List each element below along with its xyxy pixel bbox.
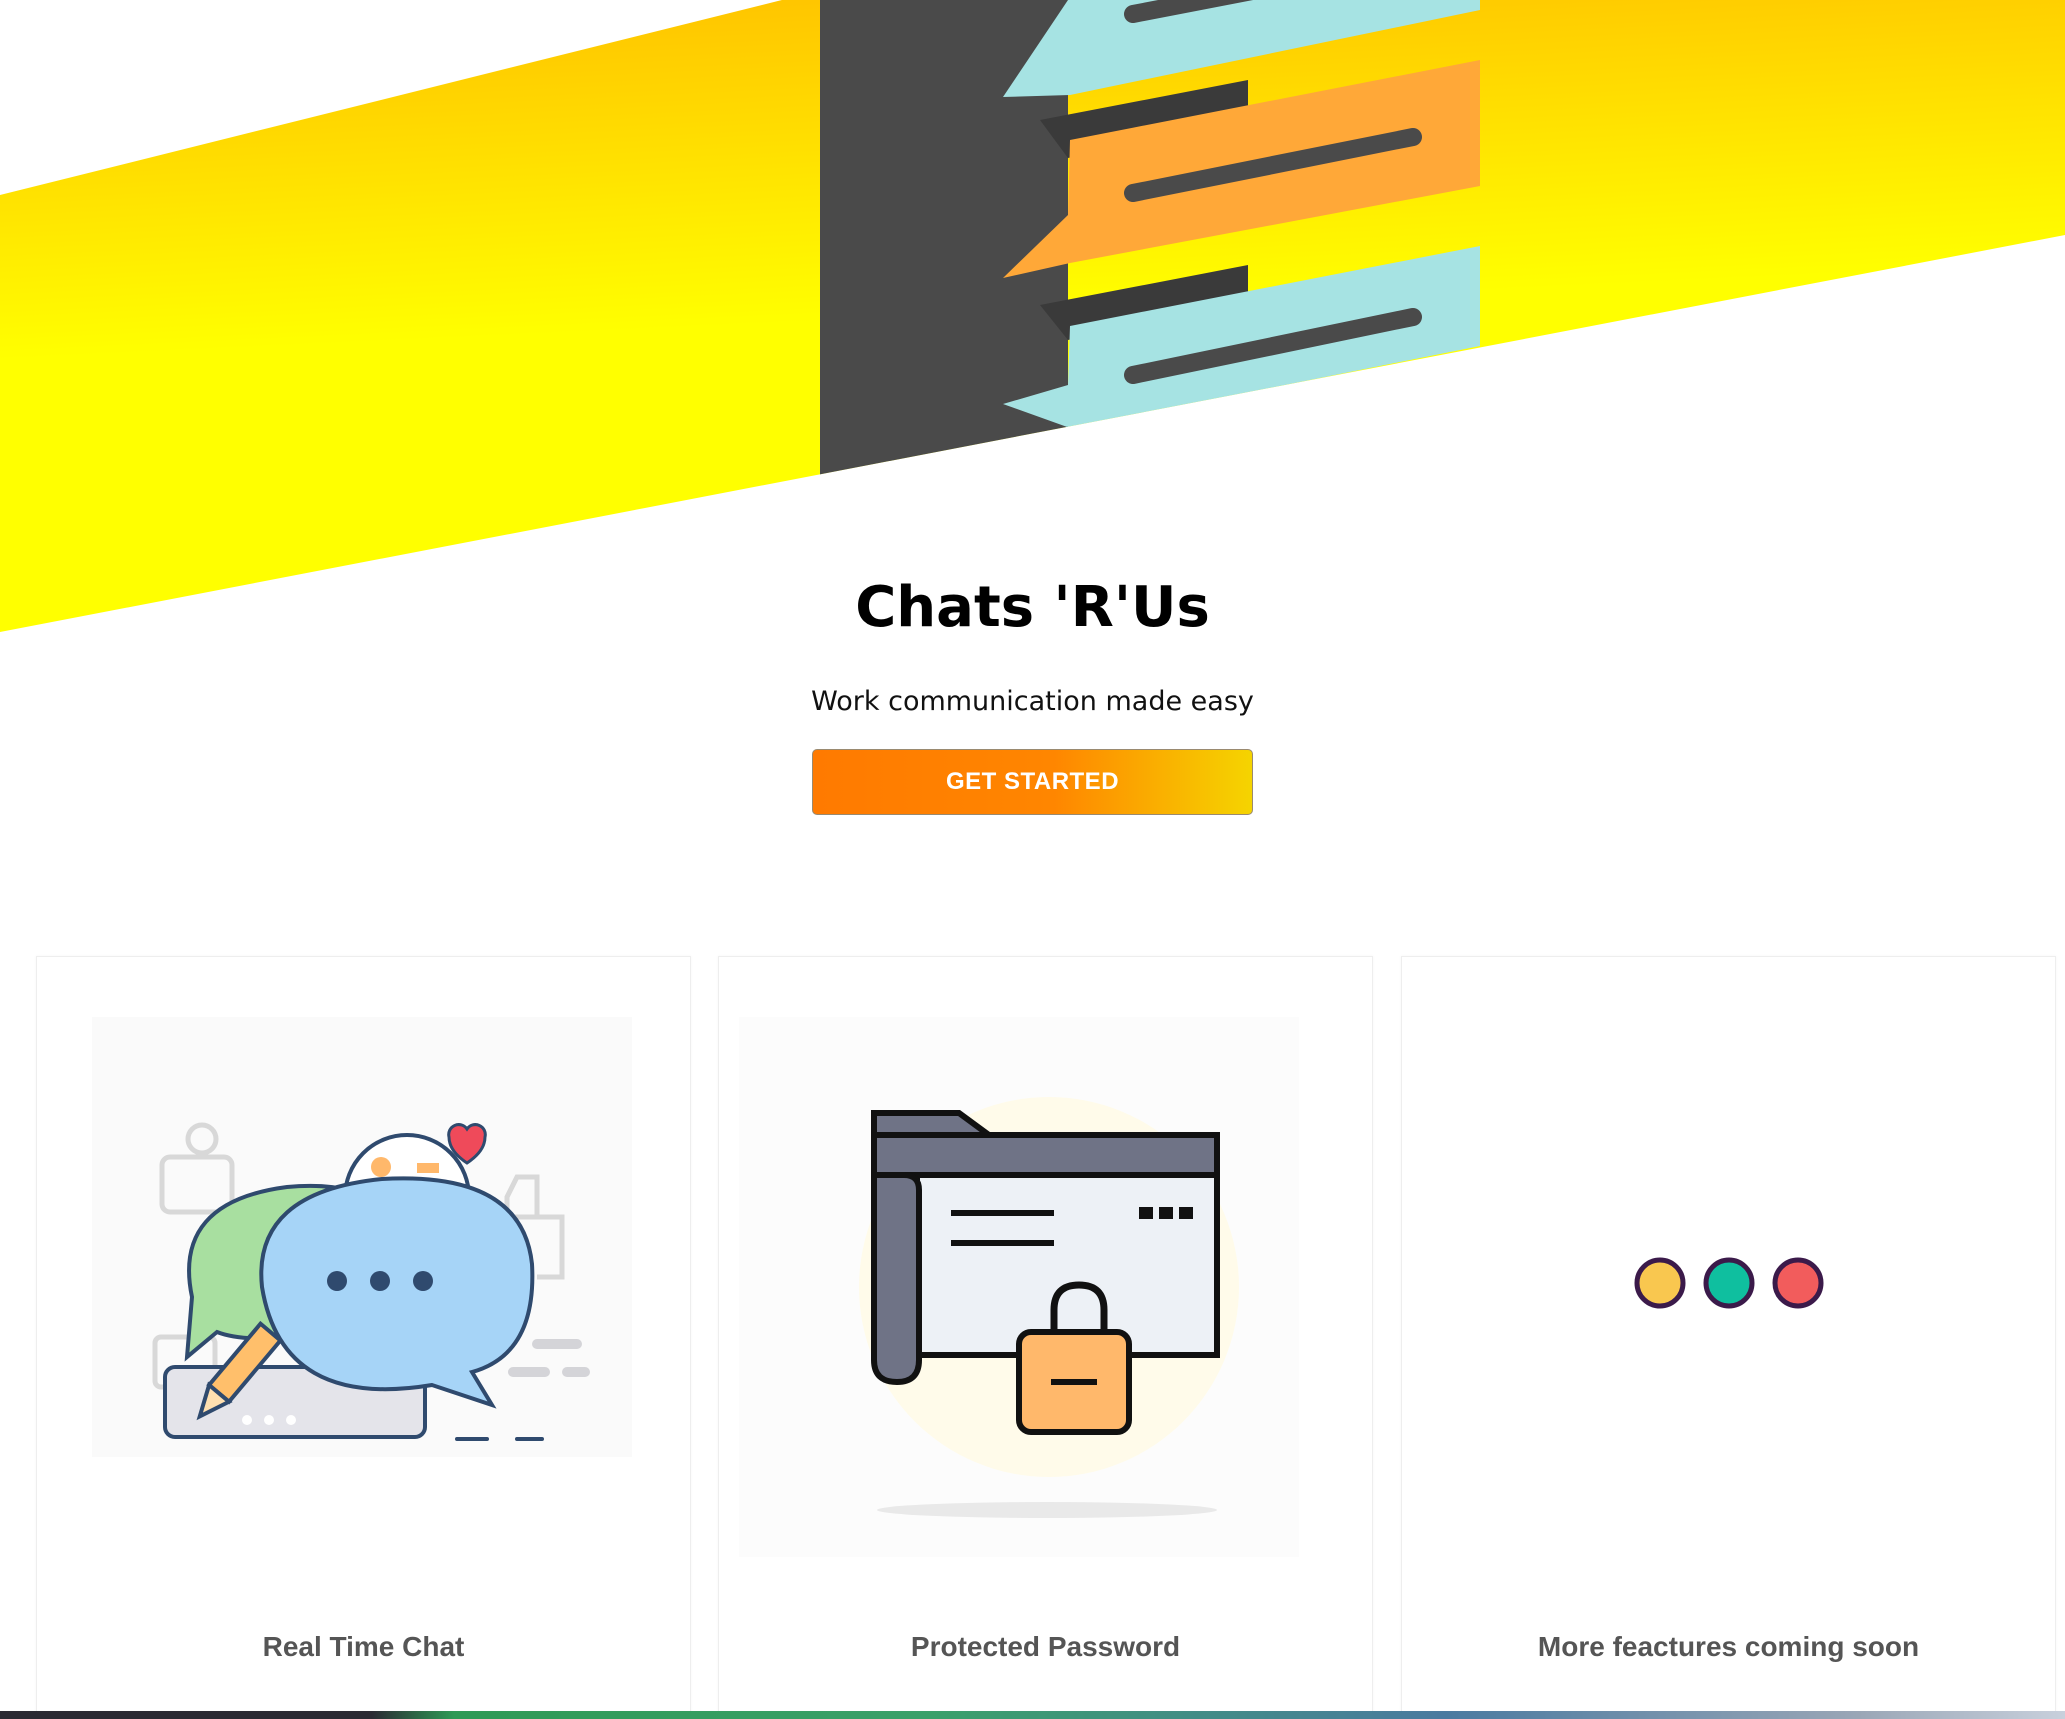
three-dots-illustration — [1634, 1257, 1824, 1309]
red-dot — [1772, 1257, 1824, 1309]
feature-label: Protected Password — [910, 1631, 1181, 1662]
chat-bubbles-illustration — [92, 1017, 632, 1457]
feature-label: Real Time Chat — [262, 1631, 465, 1662]
page-title: Chats 'R'Us — [855, 575, 1210, 640]
teal-dot — [1703, 1257, 1755, 1309]
hero-banner — [0, 0, 2065, 632]
feature-card-real-time-chat: Real Time Chat — [36, 956, 691, 1719]
get-started-button[interactable]: GET STARTED — [812, 749, 1253, 815]
feature-card-protected-password: Protected Password — [718, 956, 1373, 1719]
locked-folder-illustration — [739, 1017, 1299, 1557]
feature-label: More feactures coming soon — [1537, 1631, 1920, 1662]
yellow-dot — [1634, 1257, 1686, 1309]
tagline: Work communication made easy — [811, 686, 1254, 717]
feature-card-more-features: More feactures coming soon — [1401, 956, 2056, 1719]
bottom-strip — [0, 1711, 2065, 1719]
